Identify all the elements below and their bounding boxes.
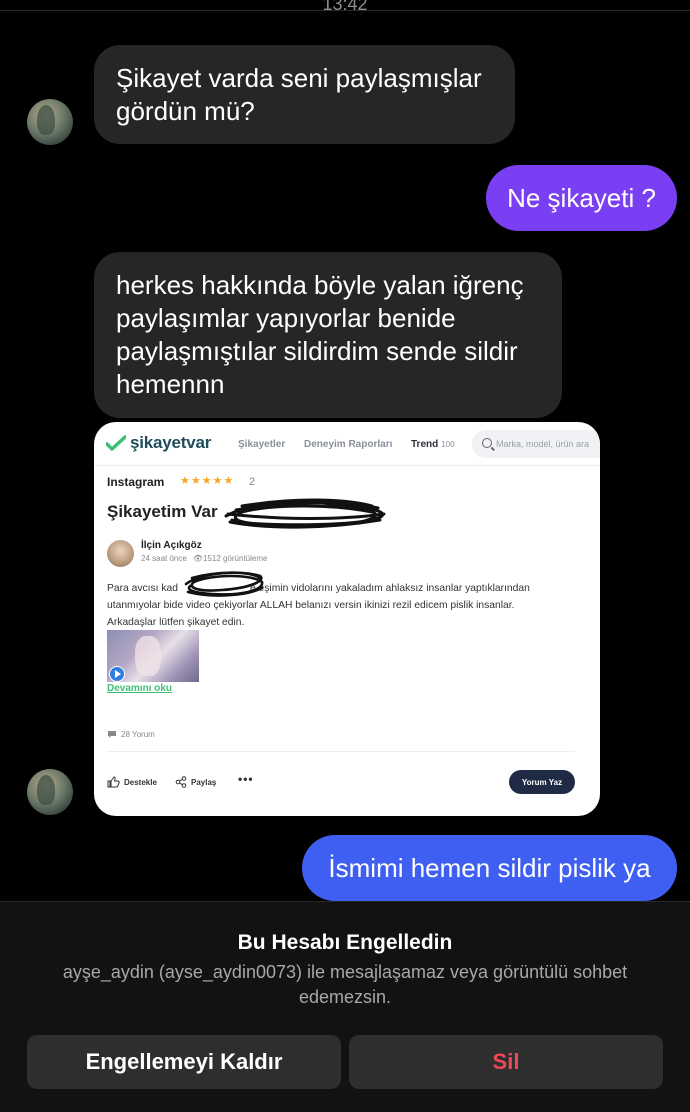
message-incoming[interactable]: Şikayet varda seni paylaşmışlar gördün m… [94,45,515,144]
complaint-title: Şikayetim Var [107,502,218,521]
blocked-account-panel: Bu Hesabı Engelledin ayşe_aydin (ayse_ay… [0,901,690,1112]
body-line: utanmıyolar bide video çekiyorlar ALLAH … [107,600,515,611]
shared-image[interactable]: şikayetvar Şikayetler Deneyim Raporları … [94,422,600,816]
message-text: herkes hakkında böyle yalan iğrenç payla… [116,270,524,399]
rating-value: 2 [249,476,256,488]
author-avatar [107,540,134,567]
share-icon [175,776,187,788]
delete-button[interactable]: Sil [349,1035,663,1089]
message-text: Ne şikayeti ? [507,182,656,213]
body-line1-end: e eşimin vidolarını yakaladım ahlaksız i… [249,583,530,594]
post-meta: 24 saat önce 👁 1512 görüntüleme [141,554,267,563]
support-label: Destekle [124,777,157,787]
divider [107,751,575,752]
body-line: Para avcısı kad e eşimin vidolarını yakal… [107,580,587,597]
scribble-redaction [224,498,386,529]
play-icon [109,666,125,682]
comment-icon [108,731,116,738]
site-search: Marka, model, ürün ara [472,430,600,458]
comment-count: 28 Yorum [107,730,155,739]
search-placeholder: Marka, model, ürün ara [496,439,590,449]
message-incoming[interactable]: herkes hakkında böyle yalan iğrenç payla… [94,252,562,418]
read-more-link: Devamını oku [107,683,173,694]
body-line: Arkadaşlar lütfen şikayet edin. [107,617,245,628]
eye-icon: 👁 [192,554,203,563]
blocked-title: Bu Hesabı Engelledin [237,931,453,954]
top-divider [0,10,690,11]
post-time: 24 saat önce [141,554,187,563]
share-label: Paylaş [191,777,217,787]
sender-avatar[interactable] [27,99,73,145]
nav-complaints: Şikayetler [238,439,286,450]
blocked-description: ayşe_aydin (ayse_aydin0073) ile mesajlaş… [62,962,628,1007]
nav-trend-label: Trend [411,439,439,450]
author-name: İlçin Açıkgöz [141,540,202,551]
post-views: 1512 görüntüleme [202,554,268,563]
body-line1-start: Para avcısı kad [107,583,178,594]
unblock-button[interactable]: Engellemeyi Kaldır [27,1035,341,1089]
sender-avatar[interactable] [27,769,73,815]
nav-trend-count: 100 [441,440,455,449]
logo-check-icon [106,435,126,451]
message-outgoing[interactable]: İsmimi hemen sildir pislik ya [302,835,677,901]
message-outgoing[interactable]: Ne şikayeti ? [486,165,677,231]
share-action: Paylaş [175,776,216,788]
logo-text: şikayetvar [130,433,212,452]
message-text: Şikayet varda seni paylaşmışlar gördün m… [116,62,482,126]
support-action: Destekle [107,776,157,788]
more-icon: ••• [238,772,254,786]
nav-trend: Trend 100 [411,439,455,450]
scribble-redaction [184,571,264,597]
reply-button: Yorum Yaz [509,770,575,794]
search-icon [482,438,492,448]
thumbs-up-icon [107,776,120,788]
site-logo: şikayetvar [106,433,211,453]
comment-count-text: 28 Yorum [121,730,155,739]
status-time: 13:42 [322,0,368,14]
nav-reports: Deneyim Raporları [304,439,393,450]
video-thumbnail [107,630,199,682]
site-header: şikayetvar Şikayetler Deneyim Raporları … [94,422,600,466]
star-rating-icon: ★★★★★ [180,475,235,487]
complaint-brand: Instagram [107,475,165,489]
complaint-body: Para avcısı kad e eşimin vidolarını yakal… [107,580,587,631]
message-text: İsmimi hemen sildir pislik ya [328,852,651,883]
